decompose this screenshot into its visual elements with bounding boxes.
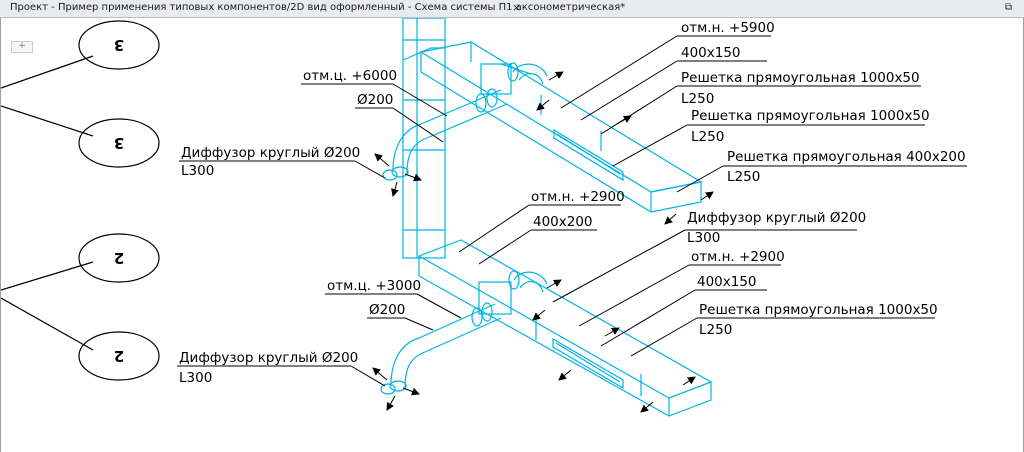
upper-rect-duct <box>419 41 703 213</box>
label-grille: Решетка прямоугольная 1000x50 <box>699 302 938 318</box>
label-grille: Решетка прямоугольная 1000x50 <box>681 70 920 86</box>
lower-rect-duct <box>417 239 713 417</box>
lower-bend-connector <box>508 270 548 293</box>
svg-text:3: 3 <box>114 36 124 54</box>
label-diameter: Ø200 <box>369 302 405 318</box>
label-diffuser: Диффузор круглый Ø200 <box>181 145 360 161</box>
label-duct-size: 400x150 <box>697 274 757 290</box>
section-marker[interactable]: 2 <box>78 233 160 283</box>
label-diameter: Ø200 <box>357 92 393 108</box>
label-elevation: отм.н. +2900 <box>531 189 625 205</box>
upper-bend-connector <box>507 62 548 85</box>
label-elevation: отм.ц. +6000 <box>303 68 397 84</box>
label-elevation: отм.н. +5900 <box>681 20 775 36</box>
label-length: L300 <box>179 370 212 386</box>
label-grille: Решетка прямоугольная 1000x50 <box>691 108 930 124</box>
close-tab-icon[interactable]: × <box>512 2 521 14</box>
section-marker[interactable]: 3 <box>78 20 160 70</box>
ventilation-axonometric-diagram: 3 3 2 2 отм.н. +5900 400x150 Решетка пря… <box>1 18 967 417</box>
svg-text:2: 2 <box>114 249 124 267</box>
label-length: L250 <box>727 169 760 185</box>
section-marker[interactable]: 3 <box>78 118 160 168</box>
label-duct-size: 400x150 <box>681 45 741 61</box>
section-markers: 3 3 2 2 <box>1 20 160 381</box>
diagram-labels: отм.н. +5900 400x150 Решетка прямоугольн… <box>179 20 966 386</box>
section-marker[interactable]: 2 <box>78 331 160 381</box>
label-grille: Решетка прямоугольная 400x200 <box>727 149 966 165</box>
upper-grille <box>553 128 624 182</box>
label-duct-size: 400x200 <box>533 214 593 230</box>
drawing-canvas[interactable]: + 3 3 2 2 отм.н. +5900 400x150 Решетка п… <box>0 18 1024 452</box>
label-length: L250 <box>691 129 724 145</box>
window-titlebar: Проект - Пример применения типовых компо… <box>0 0 1024 18</box>
label-length: L300 <box>181 163 214 179</box>
svg-text:2: 2 <box>114 347 124 365</box>
lower-grille <box>552 337 624 390</box>
label-length: L300 <box>687 230 720 246</box>
svg-text:3: 3 <box>114 134 124 152</box>
label-elevation: отм.н. +2900 <box>691 249 785 265</box>
label-length: L250 <box>681 91 714 107</box>
restore-window-icon[interactable]: ⧉ <box>1005 2 1012 13</box>
label-diffuser: Диффузор круглый Ø200 <box>179 350 358 366</box>
window-title: Проект - Пример применения типовых компо… <box>10 2 626 13</box>
label-elevation: отм.ц. +3000 <box>327 278 421 294</box>
label-length: L250 <box>699 322 732 338</box>
label-diffuser: Диффузор круглый Ø200 <box>687 210 866 226</box>
